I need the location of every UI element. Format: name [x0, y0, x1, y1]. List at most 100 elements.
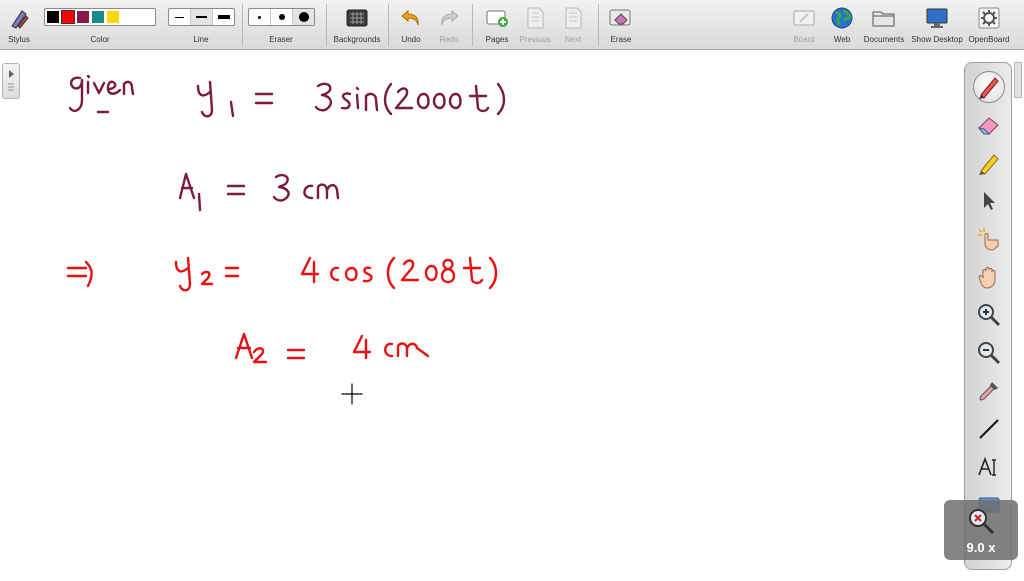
hand-tool-button[interactable]: [973, 261, 1005, 293]
color-label: Color: [90, 35, 110, 44]
line-icon: [979, 419, 999, 439]
color-swatch-teal[interactable]: [92, 11, 104, 23]
laser-pointer-icon: [978, 228, 999, 251]
color-swatch-maroon[interactable]: [77, 11, 89, 23]
color-swatch-yellow[interactable]: [107, 11, 119, 23]
next-page-icon: [561, 6, 585, 30]
stylus-button[interactable]: Stylus: [4, 0, 34, 50]
pen-tool-button[interactable]: [973, 71, 1005, 103]
zoom-out-icon: [978, 342, 1001, 365]
eraser-icon: [977, 117, 999, 135]
previous-page-icon: [523, 6, 547, 30]
toolbar-divider: [388, 4, 389, 46]
eyedropper-icon: [979, 382, 998, 401]
line-tool-button[interactable]: [973, 413, 1005, 445]
documents-label: Documents: [863, 35, 905, 44]
undo-button[interactable]: Undo: [396, 0, 426, 50]
folder-icon: [872, 6, 896, 30]
line-width-selector: [168, 8, 235, 26]
line-medium-button[interactable]: [191, 9, 213, 25]
eraser-tool-button[interactable]: [973, 109, 1005, 141]
stylus-icon: [7, 6, 31, 30]
backgrounds-button[interactable]: Backgrounds: [332, 0, 382, 50]
whiteboard-canvas[interactable]: [0, 50, 1024, 576]
eraser-size-selector: [248, 8, 315, 26]
globe-icon: [830, 6, 854, 30]
previous-button[interactable]: Previous: [518, 0, 552, 50]
web-button[interactable]: Web: [828, 0, 856, 50]
pages-button[interactable]: Pages: [482, 0, 512, 50]
handwriting-layer: [66, 74, 506, 405]
next-button[interactable]: Next: [558, 0, 588, 50]
zoom-indicator: 9.0 x: [944, 500, 1018, 560]
eraser-medium-button[interactable]: [271, 9, 293, 25]
laser-pointer-tool-button[interactable]: [973, 223, 1005, 255]
palette-handle[interactable]: [1014, 62, 1022, 98]
text-icon: [978, 456, 996, 476]
show-desktop-label: Show Desktop: [911, 35, 963, 44]
ink-given: [68, 74, 135, 114]
zoom-level: 9.0 x: [966, 540, 996, 555]
redo-icon: [437, 6, 461, 30]
toolbar-divider: [242, 4, 243, 46]
magnifier-icon: [969, 509, 995, 535]
ink-implies-arrow: [66, 260, 93, 288]
openboard-menu-button[interactable]: OpenBoard: [966, 0, 1012, 50]
color-swatch-black[interactable]: [47, 11, 59, 23]
expand-arrow-icon: [8, 70, 14, 91]
ink-y2-equation: [174, 256, 498, 292]
text-tool-button[interactable]: [973, 451, 1005, 483]
add-page-icon: [485, 6, 509, 30]
eraser-small-button[interactable]: [249, 9, 271, 25]
documents-button[interactable]: Documents: [862, 0, 906, 50]
line-thick-button[interactable]: [213, 9, 234, 25]
hand-icon: [978, 267, 996, 289]
eraser-large-button[interactable]: [293, 9, 314, 25]
previous-label: Previous: [519, 35, 551, 44]
board-icon: [792, 6, 816, 30]
page-navigator-toggle[interactable]: [2, 63, 20, 99]
pen-icon: [979, 77, 999, 99]
stylus-label: Stylus: [8, 35, 30, 44]
tool-palette: [964, 62, 1012, 570]
web-label: Web: [833, 35, 851, 44]
erase-label: Erase: [610, 35, 632, 44]
board-label: Board: [793, 35, 815, 44]
color-swatch-red[interactable]: [61, 10, 75, 24]
eyedropper-tool-button[interactable]: [973, 375, 1005, 407]
next-label: Next: [564, 35, 582, 44]
backgrounds-icon: [345, 6, 369, 30]
zoom-in-tool-button[interactable]: [973, 299, 1005, 331]
pointer-icon: [984, 192, 995, 210]
redo-button[interactable]: Redo: [434, 0, 464, 50]
color-swatches: [44, 8, 156, 26]
toolbar-divider: [326, 4, 327, 46]
erase-board-icon: [609, 6, 633, 30]
undo-icon: [399, 6, 423, 30]
highlighter-tool-button[interactable]: [973, 147, 1005, 179]
erase-button[interactable]: Erase: [606, 0, 636, 50]
openboard-label: OpenBoard: [968, 35, 1010, 44]
line-group: Line: [168, 0, 235, 50]
ink-a1-equation: [178, 172, 340, 212]
line-label: Line: [193, 35, 209, 44]
board-button[interactable]: Board: [790, 0, 818, 50]
eraser-group: Eraser: [248, 0, 315, 50]
color-group: Color: [44, 0, 156, 50]
eraser-label: Eraser: [269, 35, 293, 44]
crosshair-cursor: [341, 383, 363, 405]
highlighter-icon: [979, 154, 999, 175]
pages-label: Pages: [485, 35, 509, 44]
toolbar-divider: [598, 4, 599, 46]
redo-label: Redo: [439, 35, 459, 44]
ink-a2-equation: [234, 332, 430, 364]
show-desktop-button[interactable]: Show Desktop: [910, 0, 964, 50]
zoom-out-tool-button[interactable]: [973, 337, 1005, 369]
gear-icon: [977, 6, 1001, 30]
toolbar-divider: [472, 4, 473, 46]
backgrounds-label: Backgrounds: [333, 35, 381, 44]
zoom-in-icon: [978, 304, 1001, 327]
line-thin-button[interactable]: [169, 9, 191, 25]
select-tool-button[interactable]: [973, 185, 1005, 217]
top-toolbar: Stylus Color Line Eraser Backgrounds Und…: [0, 0, 1024, 50]
